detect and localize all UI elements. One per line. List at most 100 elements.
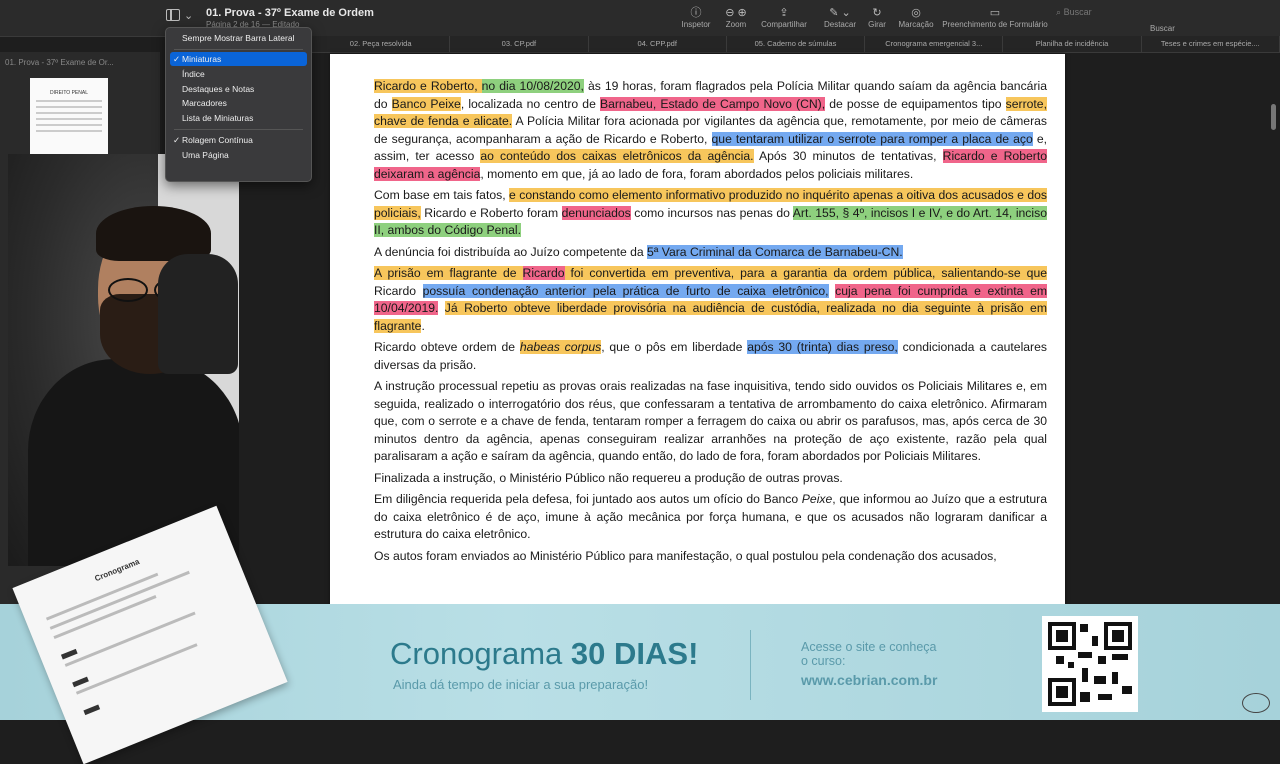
rotate-label: Girar	[868, 20, 886, 29]
tab-planilha[interactable]: Planilha de incidência	[1003, 36, 1142, 52]
highlighted-text: Já Roberto obteve liberdade provisória n…	[374, 301, 1047, 333]
tab-cronograma[interactable]: Cronograma emergencial 3...	[865, 36, 1004, 52]
page-thumbnail[interactable]: DIREITO PENAL	[30, 78, 108, 158]
paragraph: Os autos foram enviados ao Ministério Pú…	[374, 548, 1047, 566]
sidebar-toggle-button[interactable]: ⌄	[166, 6, 196, 24]
text-run: como incursos nas penas do	[630, 205, 793, 220]
search-label: Buscar	[1150, 24, 1175, 33]
highlighted-text: Ricardo	[522, 266, 565, 280]
text-run: Ricardo	[374, 283, 423, 298]
paragraph: Ricardo obteve ordem de habeas corpus, q…	[374, 339, 1047, 374]
text-run: , que o pôs em liberdade	[601, 340, 748, 354]
tab-bar: 02. Peça resolvida 03. CP.pdf 04. CPP.pd…	[312, 36, 1280, 53]
form-icon: ▭	[989, 7, 1001, 19]
camera-icon	[1242, 693, 1270, 713]
menu-item-label: Miniaturas	[182, 54, 222, 64]
paragraph: A instrução processual repetiu as provas…	[374, 378, 1047, 466]
document-page: Ricardo e Roberto, no dia 10/08/2020, às…	[330, 54, 1065, 606]
text-run	[438, 301, 444, 315]
menu-item-index[interactable]: Índice	[170, 67, 307, 81]
highlighted-text: Banco Peixe	[391, 96, 461, 111]
paragraph: Em diligência requerida pela defesa, foi…	[374, 491, 1047, 544]
text-run: Em diligência requerida pela defesa, foi…	[374, 492, 802, 506]
paragraph: Com base em tais fatos, e constando como…	[374, 187, 1047, 240]
paragraph: Finalizada a instrução, o Ministério Púb…	[374, 470, 1047, 488]
banner-divider	[750, 630, 751, 700]
highlighted-text: após 30 (trinta) dias preso,	[747, 340, 898, 354]
text-run: , momento em que, já ao lado de fora, fo…	[480, 166, 914, 181]
text-run: A denúncia foi distribuída ao Juízo comp…	[374, 244, 648, 259]
text-run: Os autos foram enviados ao Ministério Pú…	[374, 548, 997, 563]
share-label: Compartilhar	[761, 20, 807, 29]
menu-item-label: Uma Página	[182, 150, 229, 160]
tab-caderno-sumulas[interactable]: 05. Caderno de súmulas	[727, 36, 866, 52]
highlighted-text: Ricardo e Roberto,	[374, 79, 482, 93]
microphone	[158, 254, 238, 374]
menu-item-label: Lista de Miniaturas	[182, 113, 254, 123]
menu-item-bookmarks[interactable]: Marcadores	[170, 96, 307, 110]
qr-code	[1042, 616, 1138, 712]
menu-item-always-show-sidebar[interactable]: Sempre Mostrar Barra Lateral	[170, 31, 307, 45]
form-fill-label: Preenchimento de Formulário	[942, 20, 1048, 29]
search-placeholder: Buscar	[1063, 7, 1092, 17]
banner-url[interactable]: www.cebrian.com.br	[801, 672, 937, 688]
text-run: de posse de equipamentos tipo	[825, 96, 1006, 111]
text-run: Após 30 minutos de tentativas,	[753, 149, 943, 163]
text-run: Peixe	[801, 492, 833, 506]
menu-item-thumbnails[interactable]: ✓ Miniaturas	[170, 52, 307, 66]
view-menu: Sempre Mostrar Barra Lateral ✓ Miniatura…	[165, 27, 312, 182]
search-input[interactable]: ⌕ Buscar	[1056, 7, 1216, 23]
text-run: A instrução processual repetiu as provas…	[374, 379, 1047, 463]
highlighted-text: no dia 10/08/2020,	[481, 79, 584, 93]
highlighted-text: A prisão em flagrante de	[374, 266, 523, 280]
form-fill-button[interactable]: ▭ Preenchimento de Formulário	[930, 6, 1060, 29]
highlighted-text: habeas corpus	[519, 340, 602, 354]
tab-teses[interactable]: Teses e crimes em espécie....	[1142, 36, 1280, 52]
markup-label: Marcação	[898, 20, 934, 29]
menu-item-continuous-scroll[interactable]: ✓ Rolagem Contínua	[170, 133, 307, 147]
share-icon: ⇪	[779, 7, 789, 19]
paper-title: Cronograma	[93, 557, 141, 584]
webcam-overlay	[8, 154, 239, 566]
text-run: Ricardo obteve ordem de	[374, 340, 520, 354]
text-run: Com base em tais fatos,	[374, 188, 510, 202]
thumbnail-heading: DIREITO PENAL	[50, 90, 88, 96]
banner-subtitle: Ainda dá tempo de iniciar a sua preparaç…	[393, 677, 649, 692]
text-run: .	[421, 318, 425, 333]
highlighted-text: 5ª Vara Criminal da Comarca de Barnabeu-…	[647, 244, 903, 259]
sidebar-document-title: 01. Prova - 37º Exame de Or...	[5, 58, 114, 67]
menu-item-label: Rolagem Contínua	[182, 135, 253, 145]
tab-cp[interactable]: 03. CP.pdf	[450, 36, 589, 52]
highlighted-text: foi convertida em preventiva, para a gar…	[564, 266, 1047, 280]
text-run: , localizada no centro de	[460, 96, 600, 111]
highlighted-text: Barnabeu, Estado de Campo Novo (CN),	[599, 96, 826, 111]
menu-item-label: Índice	[182, 69, 205, 79]
paragraph: Ricardo e Roberto, no dia 10/08/2020, às…	[374, 78, 1047, 183]
share-button[interactable]: ⇪ Compartilhar	[754, 6, 814, 29]
document-text: Ricardo e Roberto, no dia 10/08/2020, às…	[374, 78, 1048, 569]
highlighted-text: ao conteúdo dos caixas eletrônicos da ag…	[480, 149, 754, 163]
checkmark-icon: ✓	[173, 135, 181, 145]
banner-title: Cronograma 30 DIAS!	[390, 636, 699, 671]
tab-peca-resolvida[interactable]: 02. Peça resolvida	[312, 36, 451, 52]
text-run: Finalizada a instrução, o Ministério Púb…	[374, 470, 843, 485]
menu-item-single-page[interactable]: Uma Página	[170, 148, 307, 162]
highlighted-text: possuía condenação anterior pela prática…	[422, 283, 829, 298]
paragraph: A denúncia foi distribuída ao Juízo comp…	[374, 244, 1047, 262]
paragraph: A prisão em flagrante de Ricardo foi con…	[374, 265, 1048, 335]
menu-item-thumbnail-list[interactable]: Lista de Miniaturas	[170, 111, 307, 125]
scrollbar-thumb[interactable]	[1271, 104, 1276, 130]
sidebar-icon	[166, 9, 180, 21]
menu-item-label: Destaques e Notas	[182, 84, 255, 94]
text-run: Ricardo e Roberto foram	[420, 205, 562, 220]
document-title: 01. Prova - 37º Exame de Ordem	[206, 7, 374, 19]
chevron-down-icon: ⌄	[184, 9, 194, 22]
menu-item-label: Marcadores	[182, 98, 227, 108]
tab-cpp[interactable]: 04. CPP.pdf	[589, 36, 727, 52]
highlighted-text: que tentaram utilizar o serrote para rom…	[711, 131, 1033, 146]
banner-access-text: Acesse o site e conheça o curso:	[801, 640, 937, 668]
search-icon: ⌕	[1056, 7, 1062, 17]
menu-item-highlights-notes[interactable]: Destaques e Notas	[170, 82, 307, 96]
zoom-label: Zoom	[725, 20, 747, 29]
highlighted-text: denunciados	[561, 205, 631, 220]
